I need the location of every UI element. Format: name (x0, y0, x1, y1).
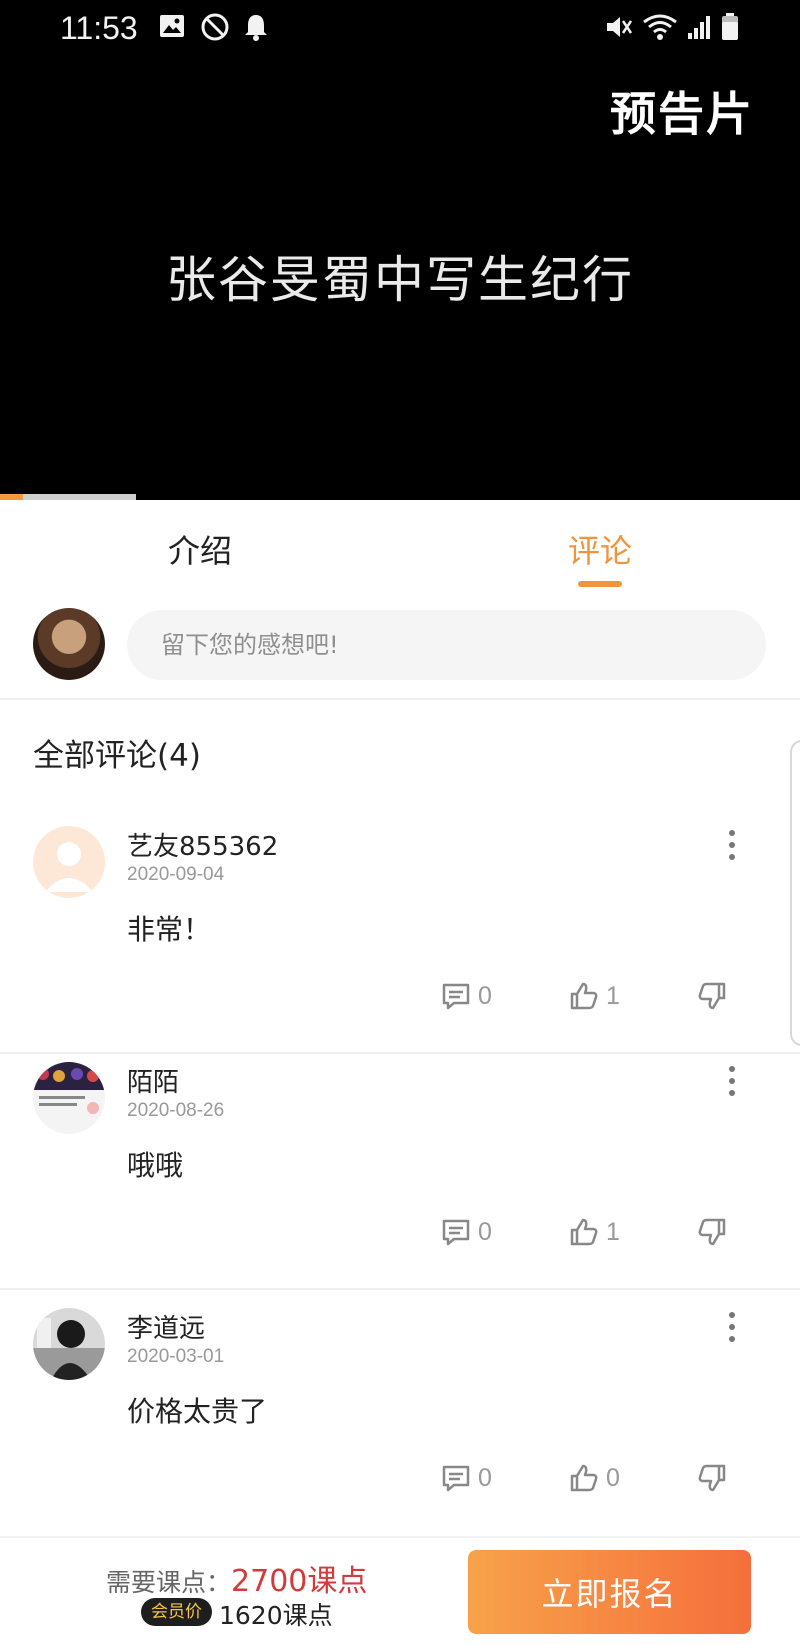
status-bar: 11:53 (0, 0, 800, 56)
like-count: 1 (606, 981, 620, 1010)
comment-author[interactable]: 艺友855362 (127, 826, 278, 863)
comment-date: 2020-09-04 (127, 864, 225, 885)
user-avatar-image (33, 1062, 105, 1134)
comment-text: 非常！ (127, 913, 212, 946)
reply-icon (442, 983, 470, 1010)
price-row: 需要课点：2700课点 (106, 1556, 367, 1600)
comment-author[interactable]: 陌陌 (127, 1062, 179, 1099)
comment-text: 价格太贵了 (127, 1395, 268, 1428)
dislike-button[interactable] (696, 1458, 734, 1498)
comment-input[interactable] (127, 610, 766, 680)
video-title: 张谷旻蜀中写生纪行 (166, 251, 634, 309)
comments-header: 全部评论(4) (33, 738, 201, 774)
status-time: 11:53 (60, 10, 138, 46)
comment-input-row (0, 600, 800, 700)
more-options-icon[interactable] (720, 1062, 744, 1102)
avatar (33, 608, 105, 680)
default-avatar-icon (33, 826, 105, 898)
reply-button[interactable]: 0 (440, 1458, 492, 1498)
trailer-badge: 预告片 (610, 87, 754, 141)
mute-icon (607, 17, 632, 37)
gallery-icon (160, 15, 184, 37)
active-tab-indicator (578, 581, 622, 587)
tab-bar: 介绍 评论 (0, 500, 800, 600)
more-options-icon[interactable] (720, 826, 744, 866)
comment-text: 哦哦 (127, 1149, 184, 1182)
dislike-button[interactable] (696, 1212, 734, 1252)
thumbs-down-icon (698, 1218, 726, 1246)
comment-date: 2020-03-01 (127, 1346, 225, 1367)
signal-icon (688, 16, 710, 39)
battery-icon (722, 13, 738, 40)
like-button[interactable]: 1 (568, 976, 620, 1016)
reply-count: 0 (478, 981, 492, 1010)
price-label: 需要课点： (106, 1568, 232, 1597)
bell-icon (245, 15, 267, 41)
tab-comments[interactable]: 评论 (568, 526, 632, 572)
like-button[interactable]: 0 (568, 1458, 620, 1498)
like-count: 1 (606, 1217, 620, 1246)
member-price: 1620课点 (219, 1601, 333, 1630)
wifi-icon (643, 14, 677, 40)
comment-item: 艺友855362 2020-09-04 非常！ 0 1 (0, 808, 800, 1054)
more-options-icon[interactable] (720, 1308, 744, 1348)
thumbs-up-icon (570, 1218, 598, 1246)
dislike-button[interactable] (696, 976, 734, 1016)
reply-count: 0 (478, 1217, 492, 1246)
thumbs-up-icon (570, 982, 598, 1010)
purchase-bar: 需要课点：2700课点 会员价 1620课点 立即报名 (0, 1536, 800, 1644)
thumbs-down-icon (698, 982, 726, 1010)
thumbs-up-icon (570, 1464, 598, 1492)
reply-button[interactable]: 0 (440, 976, 492, 1016)
reply-icon (442, 1219, 470, 1246)
comment-author[interactable]: 李道远 (127, 1308, 205, 1345)
tab-intro[interactable]: 介绍 (168, 526, 232, 572)
video-player[interactable]: 11:53 预告片 张谷旻蜀中写生纪行 (0, 0, 800, 500)
thumbs-down-icon (698, 1464, 726, 1492)
reply-icon (442, 1465, 470, 1492)
signup-button[interactable]: 立即报名 (468, 1550, 751, 1634)
blocked-icon (201, 13, 229, 41)
like-button[interactable]: 1 (568, 1212, 620, 1252)
reply-button[interactable]: 0 (440, 1212, 492, 1252)
reply-count: 0 (478, 1463, 492, 1492)
user-avatar-image (33, 1308, 105, 1380)
price-value: 2700课点 (231, 1564, 368, 1599)
member-badge: 会员价 (141, 1598, 212, 1626)
comment-date: 2020-08-26 (127, 1100, 225, 1121)
like-count: 0 (606, 1463, 620, 1492)
comment-item: 陌陌 2020-08-26 哦哦 0 1 (0, 1044, 800, 1290)
comment-item: 李道远 2020-03-01 价格太贵了 0 0 (0, 1290, 800, 1536)
